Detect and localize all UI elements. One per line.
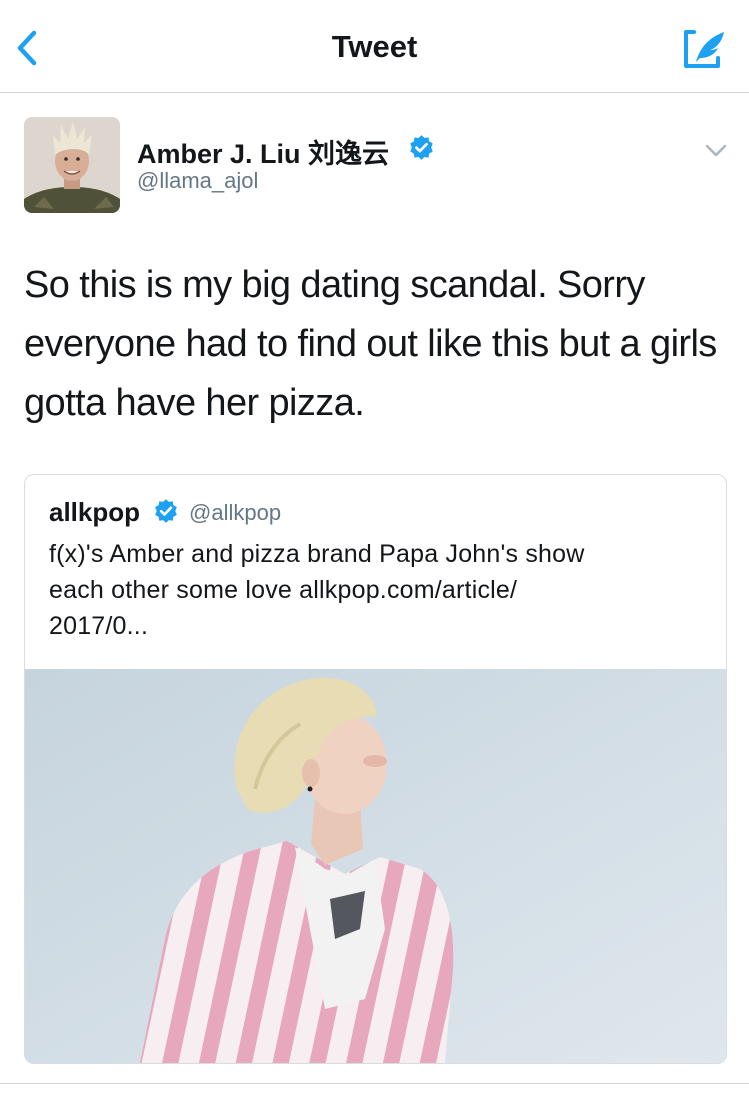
author-name[interactable]: Amber J. Liu 刘逸云 (137, 132, 389, 171)
quoted-text-line[interactable]: 2017/0... (49, 608, 709, 644)
avatar-photo (24, 117, 120, 213)
quoted-author-handle: @allkpop (189, 500, 282, 525)
tweet-options-caret[interactable] (704, 143, 728, 159)
chevron-down-icon (705, 144, 727, 157)
compose-tweet-button[interactable] (680, 28, 730, 72)
avatar[interactable] (24, 117, 120, 213)
quoted-media-image[interactable] (25, 669, 726, 1063)
quoted-text-line: f(x)'s Amber and pizza brand Papa John's… (49, 540, 585, 568)
photo-person-striped-blazer (25, 669, 726, 1063)
quoted-author-name: allkpop (49, 497, 141, 527)
verified-badge-icon (155, 499, 177, 523)
verified-badge-icon (410, 135, 433, 160)
divider (0, 1083, 749, 1084)
tweet-text: So this is my big dating scandal. Sorry … (24, 264, 717, 424)
page-title: Tweet (331, 29, 418, 64)
quoted-tweet-card[interactable]: allkpop @allkpop f(x)'s Amber and pizza … (24, 474, 727, 1064)
quoted-text-line[interactable]: each other some love allkpop.com/article… (49, 572, 709, 608)
author-handle[interactable]: @llama_ajol (137, 168, 258, 194)
compose-quill-icon (684, 30, 724, 68)
quoted-tweet-text: f(x)'s Amber and pizza brand Papa John's… (49, 536, 709, 644)
navigation-bar: Tweet (0, 0, 749, 93)
